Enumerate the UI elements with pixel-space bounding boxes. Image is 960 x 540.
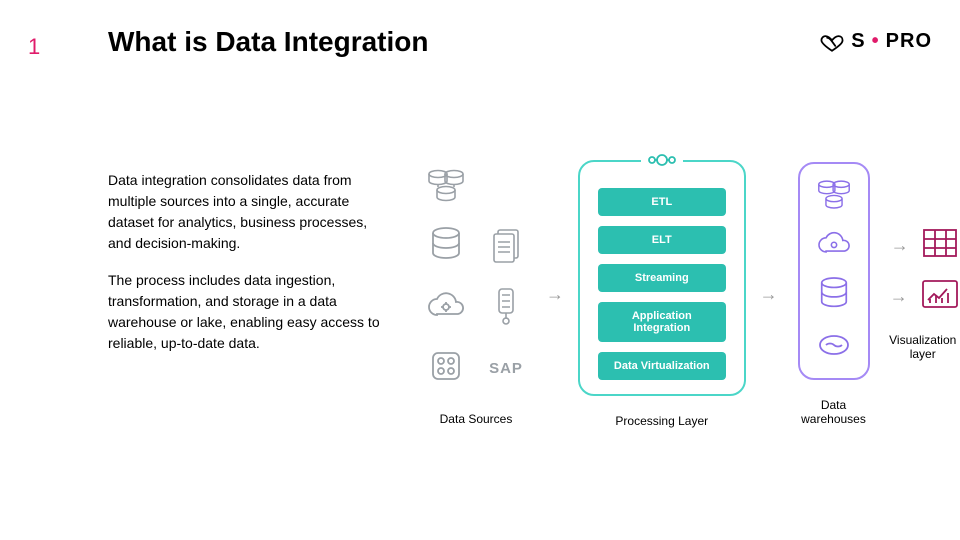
servers-cluster-icon — [814, 178, 854, 217]
processing-item: ELT — [598, 226, 726, 254]
arrow-icon: → — [546, 284, 564, 305]
warehouse-box — [798, 162, 870, 380]
pipeline-icon — [641, 150, 683, 175]
processing-item: ETL — [598, 188, 726, 216]
data-grid-icon — [921, 227, 959, 264]
logo-text-right: PRO — [886, 30, 932, 53]
arrow-icon: → — [891, 235, 909, 256]
cloud-gear-icon — [425, 289, 467, 328]
heart-loop-icon — [819, 28, 845, 54]
datalake-blob-icon — [814, 331, 854, 364]
sources-label: Data Sources — [440, 412, 513, 426]
viz-column: → → Visualization — [885, 227, 960, 361]
arrow-icon: → — [760, 284, 778, 305]
paragraph-2: The process includes data ingestion, tra… — [108, 270, 388, 354]
logo-dot: • — [872, 30, 880, 53]
database-icon — [817, 276, 851, 319]
processing-item: Application Integration — [598, 302, 726, 342]
cloud-gear-icon — [814, 229, 854, 264]
analytics-chart-icon — [920, 278, 960, 315]
processing-item: Streaming — [598, 264, 726, 292]
page-title: What is Data Integration — [108, 26, 428, 58]
body-text: Data integration consolidates data from … — [108, 170, 388, 354]
server-tower-icon — [491, 285, 521, 332]
servers-cluster-icon — [424, 167, 468, 210]
processing-column: ETL ELT Streaming Application Integratio… — [578, 160, 746, 428]
paragraph-1: Data integration consolidates data from … — [108, 170, 388, 254]
logo-text-left: S — [851, 30, 865, 53]
sources-column: SAP Data Sources — [420, 162, 532, 426]
processing-box: ETL ELT Streaming Application Integratio… — [578, 160, 746, 396]
sap-label-icon: SAP — [489, 360, 523, 377]
integration-diagram: SAP Data Sources → ETL ELT Streaming App… — [420, 160, 960, 428]
warehouse-label: Data warehouses — [792, 398, 876, 426]
processing-label: Processing Layer — [615, 414, 708, 428]
viz-label: Visualization layer — [885, 333, 960, 361]
apps-grid-icon — [428, 348, 464, 389]
arrow-icon: → — [890, 286, 908, 307]
documents-icon — [488, 226, 524, 271]
warehouse-column: Data warehouses — [792, 162, 876, 426]
processing-item: Data Virtualization — [598, 352, 726, 380]
database-icon — [428, 226, 464, 271]
slide-number: 1 — [28, 34, 40, 60]
brand-logo: S • PRO — [819, 28, 932, 54]
